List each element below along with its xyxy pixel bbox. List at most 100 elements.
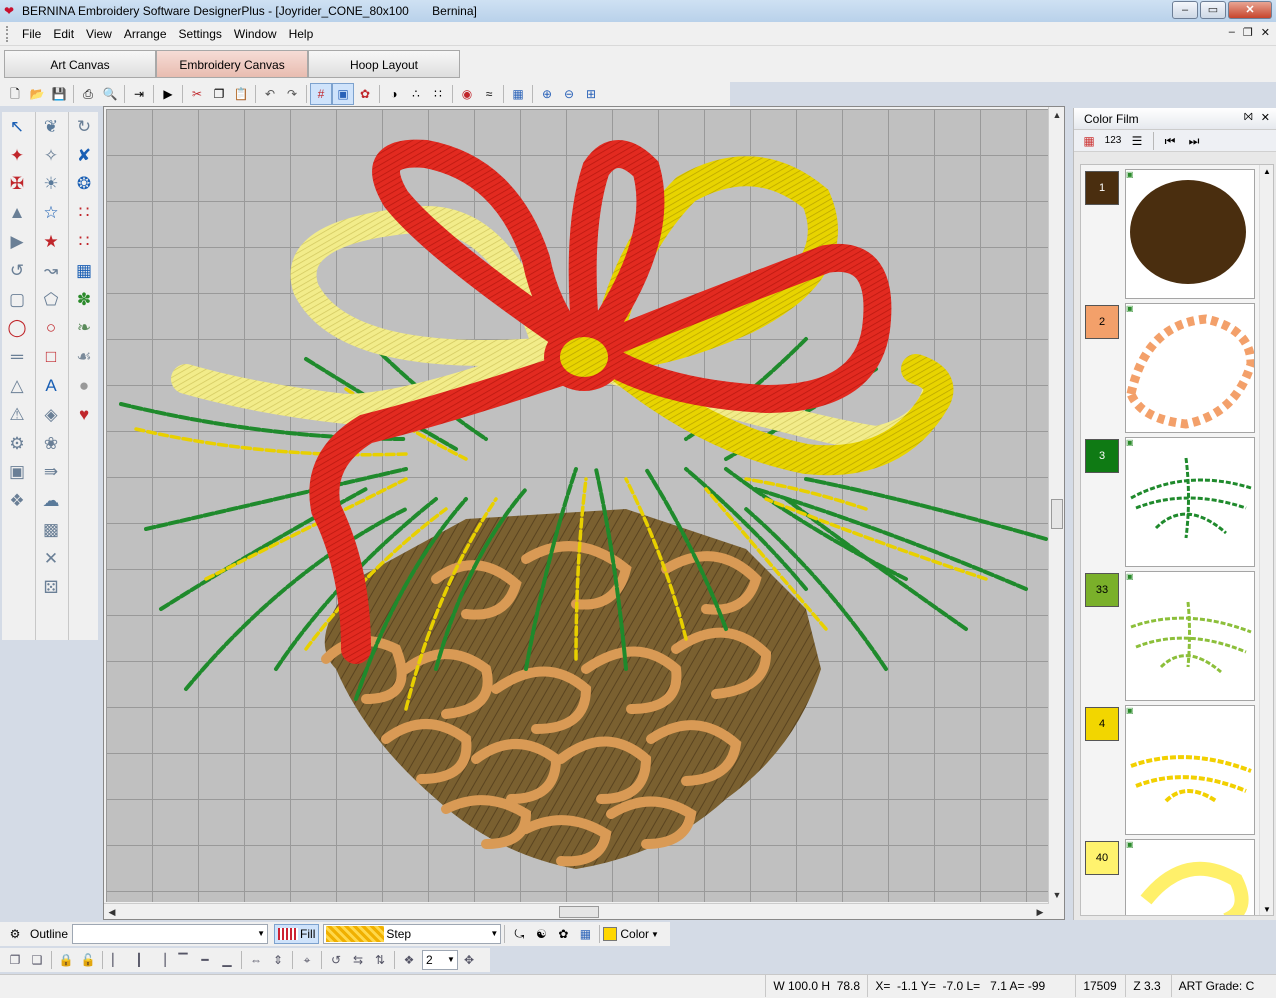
zoom-fit-icon[interactable]: ⊞ [580, 83, 602, 105]
connectors-icon[interactable]: ∷ [427, 83, 449, 105]
monogram-icon[interactable]: ◈ [36, 400, 66, 429]
star-filled-icon[interactable]: ★ [36, 227, 66, 256]
bird-icon[interactable]: ❦ [36, 112, 66, 141]
color-block-thumbnail[interactable]: ▣ [1125, 437, 1255, 567]
color-swatch[interactable]: 4 [1085, 707, 1119, 741]
tab-hoop-layout[interactable]: Hoop Layout [308, 50, 460, 78]
copy-icon[interactable]: ❐ [208, 83, 230, 105]
menu-file[interactable]: File [16, 27, 47, 41]
undo-icon[interactable]: ↶ [259, 83, 281, 105]
color-film-item[interactable]: 3 ▣ [1081, 435, 1271, 567]
artistic-view-icon[interactable]: ◑ [383, 83, 405, 105]
polygon-icon[interactable]: ⬠ [36, 285, 66, 314]
maximize-button[interactable]: ▭ [1200, 1, 1226, 19]
scroll-left-arrow-icon[interactable]: ◀ [104, 904, 120, 920]
visible-check-icon[interactable]: ▣ [1126, 706, 1134, 715]
redo-icon[interactable]: ↷ [281, 83, 303, 105]
sort-icon[interactable]: ☰ [1126, 130, 1148, 152]
circle-motif-icon[interactable]: ● [69, 371, 99, 400]
auto-underlay-icon[interactable]: ☯ [530, 923, 552, 945]
blue-grid-icon[interactable]: ▦ [69, 256, 99, 285]
distribute-icon[interactable]: △ [2, 371, 32, 400]
space-horizontal-icon[interactable]: ⇔ [245, 949, 267, 971]
select-arrow-icon[interactable]: ↖ [2, 112, 32, 141]
row-icon[interactable]: ∷ [69, 198, 99, 227]
group-icon[interactable]: ❑ [26, 949, 48, 971]
panel-close-icon[interactable]: ✕ [1261, 111, 1270, 124]
color-block-thumbnail[interactable]: ▣ [1125, 169, 1255, 299]
lock-icon[interactable]: 🔒 [55, 949, 77, 971]
unlock-icon[interactable]: 🔓 [77, 949, 99, 971]
scale-icon[interactable]: ▢ [2, 285, 32, 314]
motif-icon[interactable]: ✽ [69, 285, 99, 314]
pull-comp-icon[interactable]: ✿ [552, 923, 574, 945]
hoop-icon[interactable]: ▣ [332, 83, 354, 105]
chevron-down-icon[interactable]: ▼ [651, 930, 659, 939]
visible-check-icon[interactable]: ▣ [1126, 840, 1134, 849]
warning-icon[interactable]: ⚠ [2, 400, 32, 429]
chevron-down-icon[interactable]: ▼ [255, 925, 267, 943]
menu-settings[interactable]: Settings [173, 27, 228, 41]
thread-chart-icon[interactable]: ▦ [507, 83, 529, 105]
align-bottom-icon[interactable]: ▁ [216, 949, 238, 971]
visible-check-icon[interactable]: ▣ [1126, 170, 1134, 179]
visible-check-icon[interactable]: ▣ [1126, 304, 1134, 313]
zoom-in-icon[interactable]: ⊕ [536, 83, 558, 105]
color-block-thumbnail[interactable]: ▣ [1125, 571, 1255, 701]
visible-check-icon[interactable]: ▣ [1126, 438, 1134, 447]
spiral-icon[interactable]: ↝ [36, 256, 66, 285]
cross-stitch-icon[interactable]: ✕ [36, 544, 66, 573]
needle-points-icon[interactable]: ∴ [405, 83, 427, 105]
align-icon[interactable]: ═ [2, 342, 32, 371]
space-vertical-icon[interactable]: ⇕ [267, 949, 289, 971]
dice-icon[interactable]: ⚄ [36, 573, 66, 602]
array-count-spinner[interactable]: 2 ▼ [422, 950, 458, 970]
ring-icon[interactable]: ◯ [2, 314, 32, 343]
menu-help[interactable]: Help [283, 27, 320, 41]
multi-select-icon[interactable]: ✥ [458, 949, 480, 971]
menu-view[interactable]: View [80, 27, 118, 41]
star-outline-icon[interactable]: ☆ [36, 198, 66, 227]
sequence-numbers-icon[interactable]: 123 [1102, 130, 1124, 152]
sun-icon[interactable]: ☀ [36, 170, 66, 199]
color-swatch[interactable]: 3 [1085, 439, 1119, 473]
grid-icon[interactable]: # [310, 83, 332, 105]
print-icon[interactable]: ⎙ [77, 83, 99, 105]
stippling-icon[interactable]: ▩ [36, 515, 66, 544]
color-block-thumbnail[interactable]: ▣ [1125, 705, 1255, 835]
vertical-scroll-thumb[interactable] [1051, 499, 1063, 529]
horizontal-scrollbar[interactable]: ◀ ▶ [104, 903, 1049, 919]
ungroup-icon[interactable]: ❐ [4, 949, 26, 971]
align-top-icon[interactable]: ▔ [172, 949, 194, 971]
fill-type-combo[interactable]: Step ▼ [323, 924, 502, 944]
zoom-out-icon[interactable]: ⊖ [558, 83, 580, 105]
close-button[interactable]: ✕ [1228, 1, 1272, 19]
color-button[interactable]: Color ▼ [603, 927, 659, 941]
doc-restore-button[interactable]: ❐ [1243, 26, 1253, 39]
color-film-item[interactable]: 4 ▣ [1081, 703, 1271, 835]
magic-wand-icon[interactable]: ✧ [36, 141, 66, 170]
color-block-thumbnail[interactable]: ▣ [1125, 303, 1255, 433]
color-block-thumbnail[interactable]: ▣ [1125, 839, 1255, 915]
lettering-icon[interactable]: A [36, 371, 66, 400]
color-film-item[interactable]: 1 ▣ [1081, 167, 1271, 299]
tab-art-canvas[interactable]: Art Canvas [4, 50, 156, 78]
new-icon[interactable]: 🗋 [4, 83, 26, 105]
leaf-icon[interactable]: ❧ [69, 314, 99, 343]
last-icon[interactable]: ⏭ [1183, 130, 1205, 152]
align-center-icon[interactable]: ┃ [128, 949, 150, 971]
align-left-icon[interactable]: ▏ [106, 949, 128, 971]
rotate-left-icon[interactable]: ↺ [325, 949, 347, 971]
circle-icon[interactable]: ○ [36, 314, 66, 343]
chevron-down-icon[interactable]: ▼ [445, 951, 457, 969]
embroidery-canvas[interactable] [106, 109, 1049, 902]
tab-embroidery-canvas[interactable]: Embroidery Canvas [156, 50, 308, 78]
color-film-list[interactable]: ▲ ▼ 1 ▣ 2 ▣ 3 ▣ 33 ▣ 4 ▣ 40 ▣ [1080, 164, 1274, 916]
paste-icon[interactable]: 📋 [230, 83, 252, 105]
align-right-icon[interactable]: ▕ [150, 949, 172, 971]
scroll-right-arrow-icon[interactable]: ▶ [1032, 904, 1048, 920]
horizontal-scroll-thumb[interactable] [559, 906, 599, 918]
knife-icon[interactable]: ✠ [2, 170, 32, 199]
first-icon[interactable]: ⏮ [1159, 130, 1181, 152]
color-swatch[interactable]: 40 [1085, 841, 1119, 875]
